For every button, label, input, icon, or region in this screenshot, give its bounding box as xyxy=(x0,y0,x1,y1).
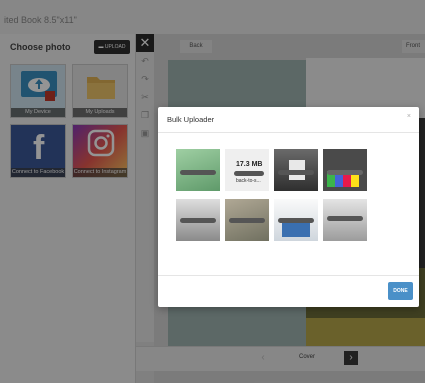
upload-thumbnail xyxy=(176,199,220,241)
progress-bar xyxy=(180,218,216,223)
upload-filename: back-to-s... xyxy=(236,178,261,184)
dialog-close-button[interactable]: × xyxy=(407,113,411,120)
progress-bar xyxy=(327,216,363,221)
upload-thumbnail xyxy=(225,199,269,241)
dialog-title: Bulk Uploader xyxy=(167,115,215,124)
upload-thumbnail xyxy=(323,199,367,241)
progress-bar xyxy=(278,170,314,175)
app-window: ited Book 8.5"x11" Choose photo ▬ UPLOAD… xyxy=(0,0,425,383)
progress-bar xyxy=(327,170,363,175)
upload-size: 17.3 MB xyxy=(236,161,263,168)
progress-bar xyxy=(229,218,265,223)
divider xyxy=(158,132,419,133)
done-button[interactable]: DONE xyxy=(388,282,413,300)
upload-thumbnail xyxy=(274,199,318,241)
upload-thumbnail xyxy=(274,149,318,191)
progress-bar xyxy=(278,218,314,223)
progress-bar xyxy=(234,171,264,176)
upload-thumbnail: 17.3 MB back-to-s... xyxy=(225,149,269,191)
bulk-uploader-dialog: Bulk Uploader × 17.3 MB back-to-s... DON… xyxy=(158,107,419,307)
progress-bar xyxy=(180,170,216,175)
upload-thumbnail xyxy=(176,149,220,191)
divider xyxy=(158,275,419,276)
upload-thumbnail xyxy=(323,149,367,191)
